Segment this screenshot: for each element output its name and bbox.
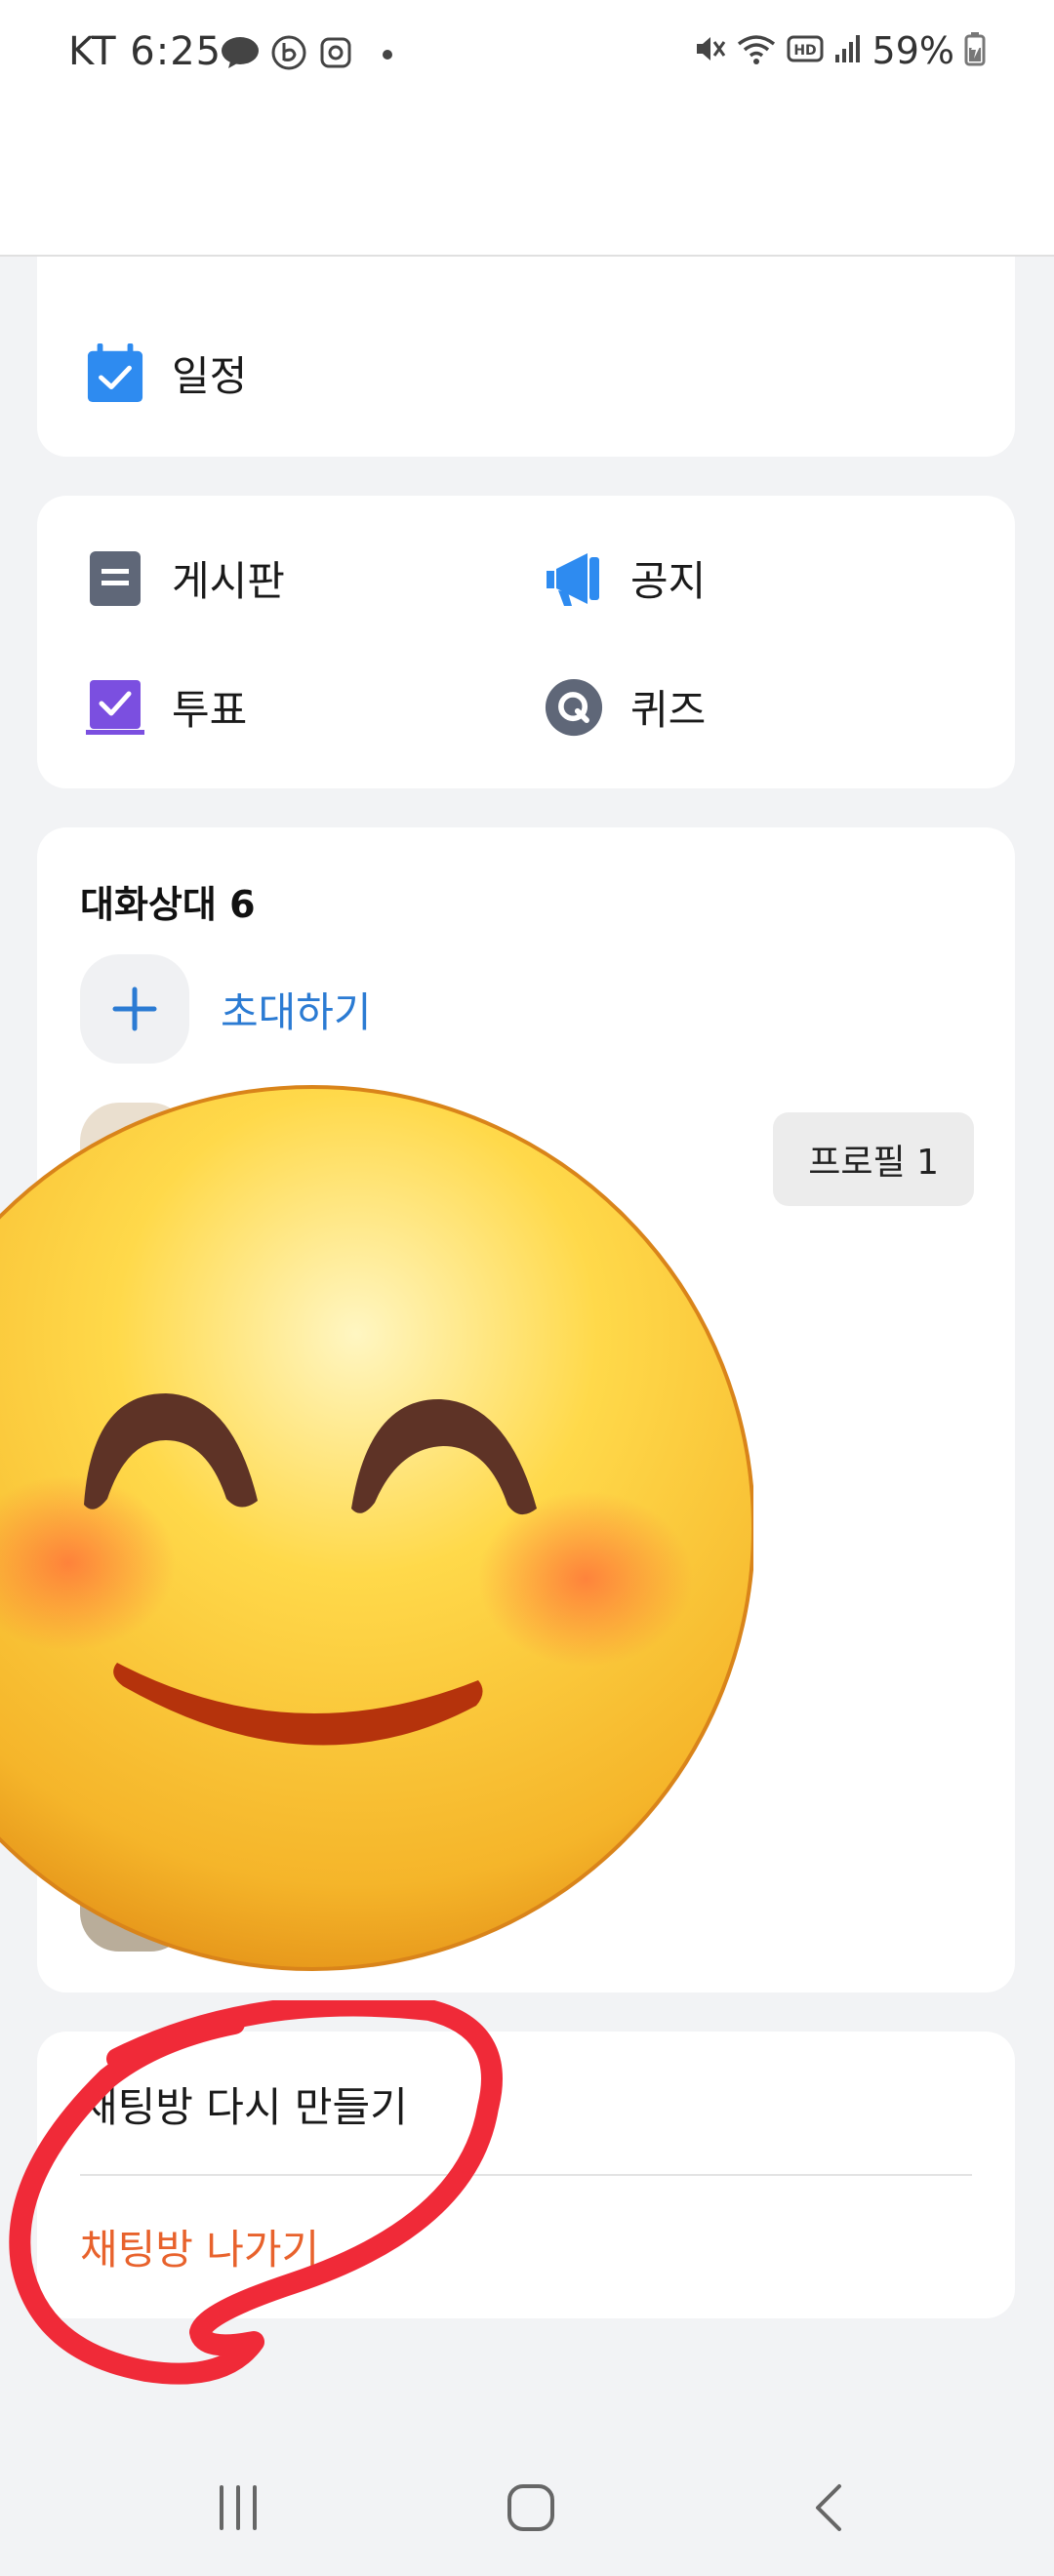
quiz-icon xyxy=(545,678,603,737)
invite-button[interactable]: 초대하기 xyxy=(80,954,372,1064)
battery-icon xyxy=(964,31,986,70)
app-icon xyxy=(318,35,353,74)
carrier-time: KT 6:25 xyxy=(68,29,223,74)
board-icon xyxy=(86,549,144,608)
menu-item-vote-label: 투표 xyxy=(172,686,248,734)
menu-item-notice-label: 공지 xyxy=(630,557,707,605)
members-title: 대화상대 6 xyxy=(80,883,256,926)
menu-card-features: 게시판 공지 투표 퀴즈 xyxy=(37,496,1015,788)
battery-percent: 59% xyxy=(872,29,954,72)
app-bar-background xyxy=(0,112,1054,257)
menu-item-board[interactable]: 게시판 xyxy=(86,548,285,608)
home-icon[interactable] xyxy=(492,2469,570,2547)
status-bar: KT 6:25 HD 59% xyxy=(0,0,1054,112)
talk-icon xyxy=(221,36,260,73)
menu-item-quiz[interactable]: 퀴즈 xyxy=(545,677,706,737)
hd-icon: HD xyxy=(787,34,824,67)
menu-item-vote[interactable]: 투표 xyxy=(86,677,247,737)
svg-text:HD: HD xyxy=(793,43,816,59)
megaphone-icon xyxy=(545,549,603,608)
red-circle-annotation xyxy=(0,1994,527,2391)
recent-apps-icon[interactable] xyxy=(199,2469,277,2547)
profile-button-label: 프로필 1 xyxy=(808,1143,939,1183)
plus-icon xyxy=(80,954,189,1064)
back-nav-icon[interactable] xyxy=(789,2469,867,2547)
profile-button[interactable]: 프로필 1 xyxy=(773,1112,974,1206)
notification-dot-icon xyxy=(383,50,392,60)
mute-icon xyxy=(693,32,726,69)
smiling-emoji-sticker xyxy=(0,1081,755,1971)
menu-item-quiz-label: 퀴즈 xyxy=(630,686,707,734)
wifi-icon xyxy=(736,32,777,69)
signal-icon xyxy=(833,33,863,68)
system-nav-bar xyxy=(0,2430,1054,2576)
menu-item-board-label: 게시판 xyxy=(172,557,285,605)
calendar-icon xyxy=(86,342,144,403)
menu-item-schedule-label: 일정 xyxy=(172,352,248,400)
invite-label: 초대하기 xyxy=(221,987,372,1036)
vote-icon xyxy=(86,678,144,737)
b-app-icon xyxy=(271,35,306,74)
menu-item-notice[interactable]: 공지 xyxy=(545,548,706,608)
menu-item-schedule[interactable]: 일정 xyxy=(86,342,248,403)
